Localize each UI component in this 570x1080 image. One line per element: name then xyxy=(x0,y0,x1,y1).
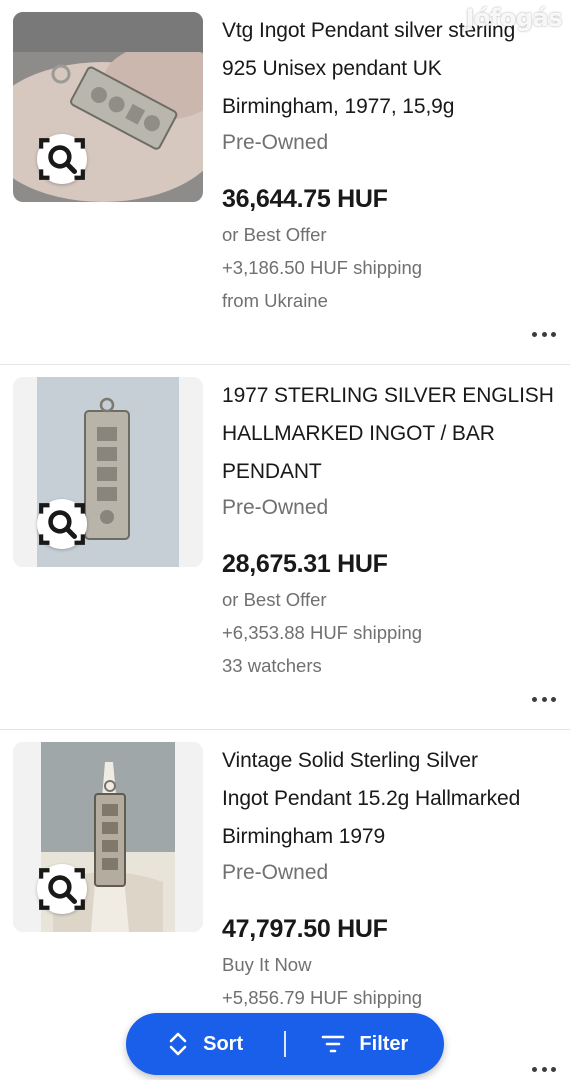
listing-title[interactable]: Vintage Solid Sterling Silver xyxy=(222,742,562,780)
filter-icon xyxy=(322,1035,345,1053)
listing-title[interactable]: Birmingham 1979 xyxy=(222,818,562,856)
listing-title[interactable]: PENDANT xyxy=(222,453,562,491)
visual-search-button[interactable] xyxy=(37,864,87,914)
listing-image[interactable] xyxy=(13,12,203,202)
visual-search-button[interactable] xyxy=(37,499,87,549)
visual-search-button[interactable] xyxy=(37,134,87,184)
listing-title[interactable]: Ingot Pendant 15.2g Hallmarked xyxy=(222,780,562,818)
listing-info: Vintage Solid Sterling Silver Ingot Pend… xyxy=(222,742,562,1014)
list-item[interactable]: Vtg Ingot Pendant silver sterling 925 Un… xyxy=(0,0,570,365)
listing-condition: Pre-Owned xyxy=(222,496,329,519)
image-search-icon xyxy=(39,868,85,910)
listing-shipping: +5,856.79 HUF shipping xyxy=(222,987,423,1008)
sort-button[interactable]: Sort xyxy=(126,1013,284,1075)
listing-offer: or Best Offer xyxy=(222,589,327,610)
listing-condition: Pre-Owned xyxy=(222,861,329,884)
listing-offer: or Best Offer xyxy=(222,224,327,245)
listing-buy-format: Buy It Now xyxy=(222,954,312,975)
listing-watchers: 33 watchers xyxy=(222,655,322,676)
image-search-icon xyxy=(39,138,85,180)
listing-title[interactable]: Birmingham, 1977, 15,9g xyxy=(222,88,562,126)
sort-label: Sort xyxy=(203,1032,244,1055)
listing-shipping: +6,353.88 HUF shipping xyxy=(222,622,423,643)
listing-condition: Pre-Owned xyxy=(222,131,329,154)
listing-title[interactable]: HALLMARKED INGOT / BAR xyxy=(222,415,562,453)
listing-price: 36,644.75 HUF xyxy=(222,185,388,213)
image-search-icon xyxy=(39,503,85,545)
watermark-logo: Jófogás xyxy=(465,4,562,32)
listing-price: 28,675.31 HUF xyxy=(222,550,388,578)
filter-button[interactable]: Filter xyxy=(286,1013,444,1075)
filter-label: Filter xyxy=(359,1032,409,1055)
listing-price: 47,797.50 HUF xyxy=(222,915,388,943)
listing-title[interactable]: 925 Unisex pendant UK xyxy=(222,50,562,88)
sort-filter-bar: Sort Filter xyxy=(126,1013,444,1075)
listing-title[interactable]: 1977 STERLING SILVER ENGLISH xyxy=(222,377,562,415)
results-list: Vtg Ingot Pendant silver sterling 925 Un… xyxy=(0,0,570,1080)
listing-shipping: +3,186.50 HUF shipping xyxy=(222,257,423,278)
sort-icon xyxy=(169,1032,187,1056)
more-options-icon[interactable] xyxy=(532,330,556,338)
listing-image[interactable] xyxy=(13,742,203,932)
list-item[interactable]: 1977 STERLING SILVER ENGLISH HALLMARKED … xyxy=(0,365,570,730)
listing-info: 1977 STERLING SILVER ENGLISH HALLMARKED … xyxy=(222,377,562,682)
listing-info: Vtg Ingot Pendant silver sterling 925 Un… xyxy=(222,12,562,317)
listing-image[interactable] xyxy=(13,377,203,567)
more-options-icon[interactable] xyxy=(532,695,556,703)
more-options-icon[interactable] xyxy=(532,1065,556,1073)
listing-location: from Ukraine xyxy=(222,290,328,311)
